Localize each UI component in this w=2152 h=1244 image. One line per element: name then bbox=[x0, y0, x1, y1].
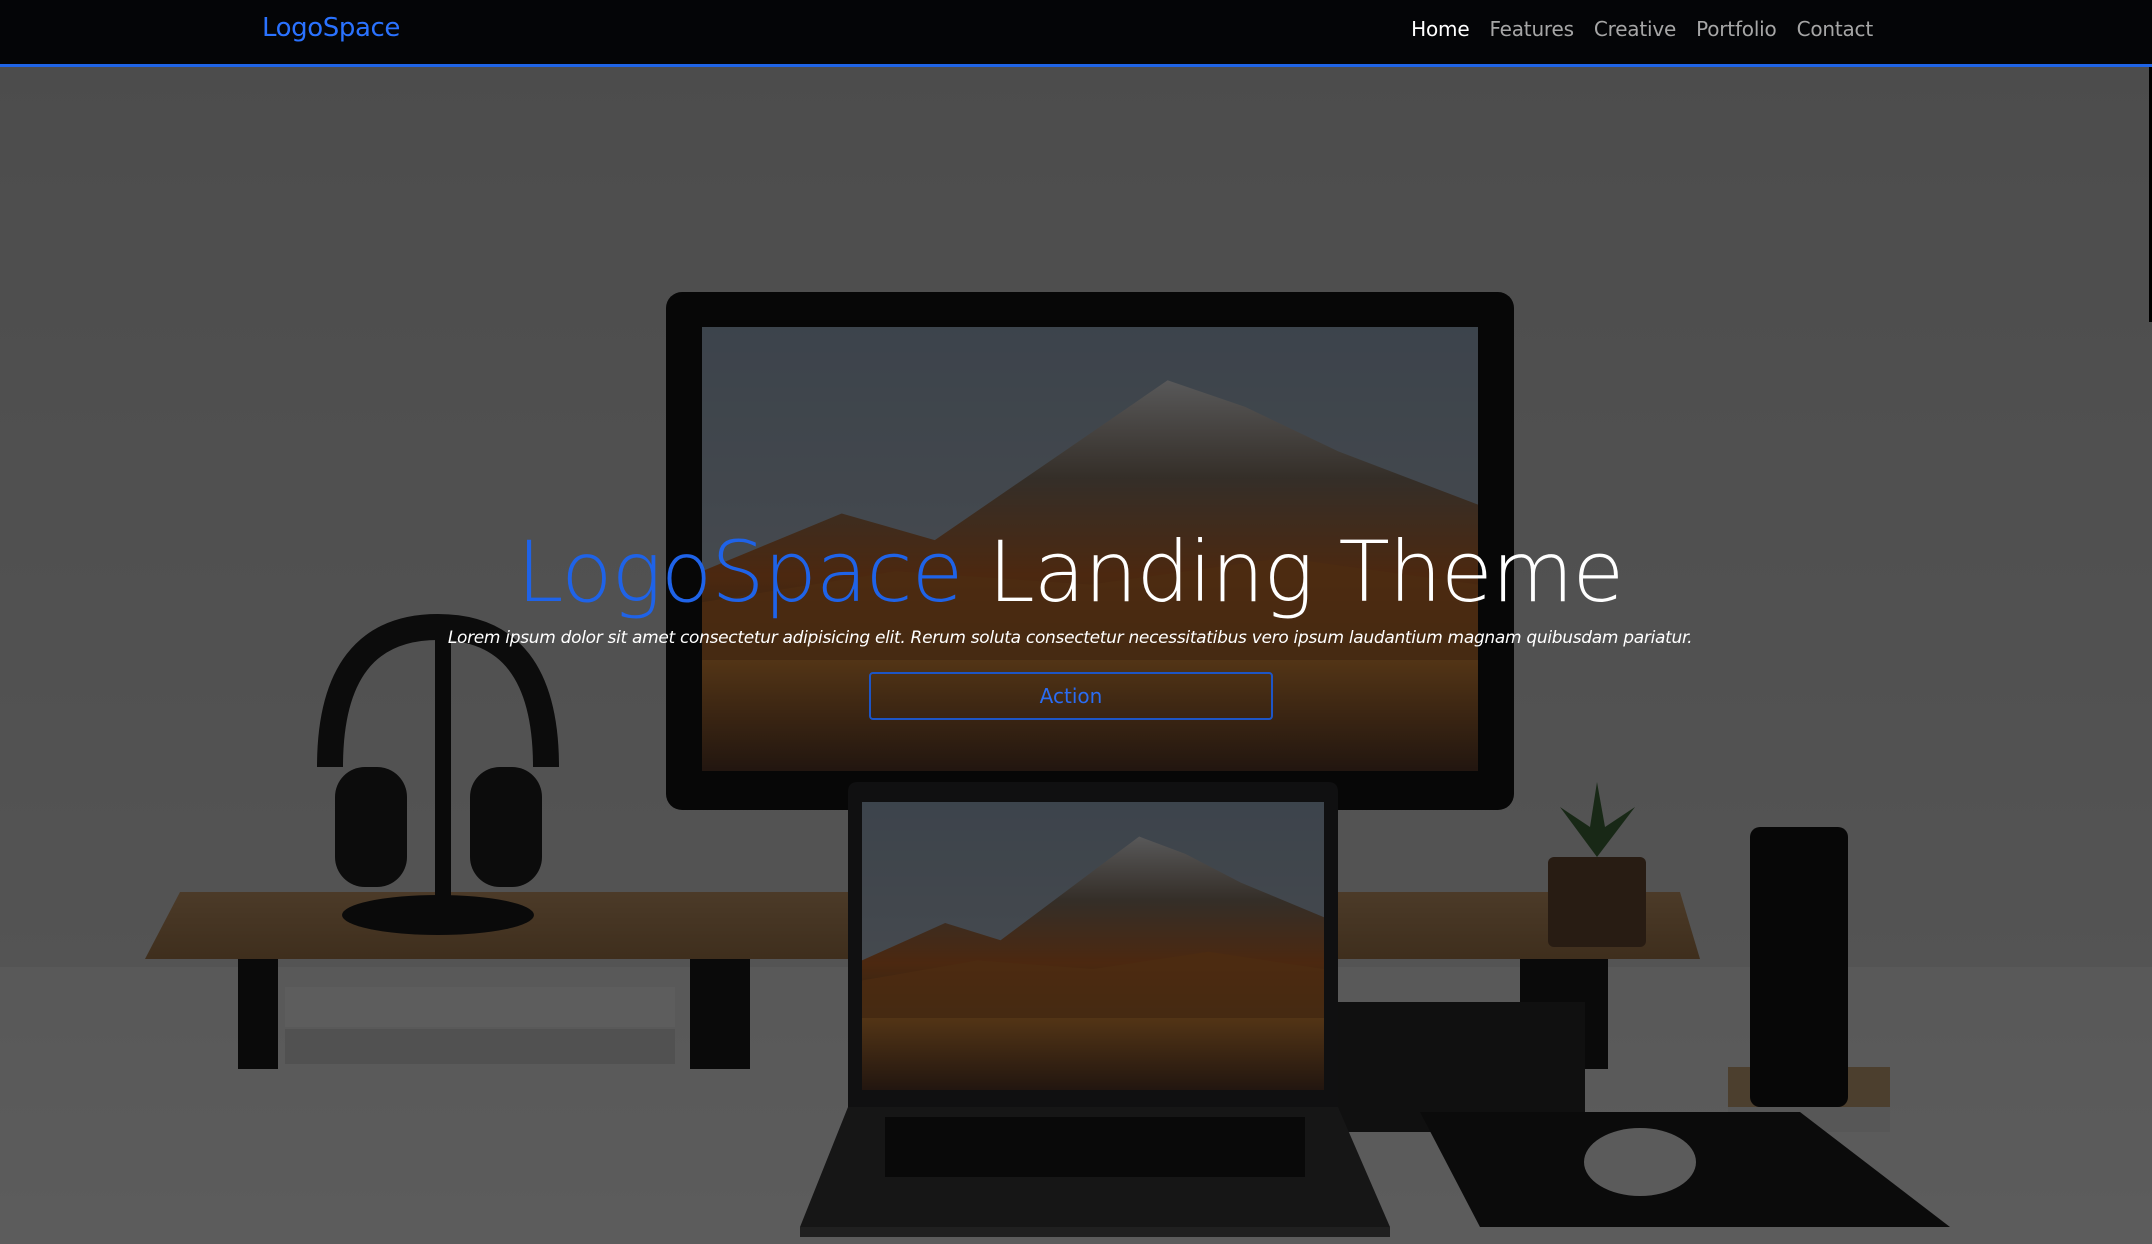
brand-logo[interactable]: LogoSpace bbox=[262, 13, 400, 43]
hero-section bbox=[0, 67, 2152, 1244]
nav-link-portfolio[interactable]: Portfolio bbox=[1696, 17, 1777, 41]
hero-dark-overlay bbox=[0, 67, 2152, 1244]
nav-links: Home Features Creative Portfolio Contact bbox=[1391, 17, 1873, 41]
nav-link-home[interactable]: Home bbox=[1411, 17, 1469, 41]
top-navbar: LogoSpace Home Features Creative Portfol… bbox=[0, 0, 2152, 67]
hero-title-accent: LogoSpace bbox=[516, 523, 963, 621]
hero-subtitle: Lorem ipsum dolor sit amet consectetur a… bbox=[447, 628, 1693, 648]
action-button[interactable]: Action bbox=[869, 672, 1273, 720]
hero-title: LogoSpace Landing Theme bbox=[0, 522, 2140, 622]
nav-link-contact[interactable]: Contact bbox=[1797, 17, 1874, 41]
hero-title-rest: Landing Theme bbox=[987, 523, 1624, 621]
landing-page: LogoSpace Home Features Creative Portfol… bbox=[0, 0, 2152, 1244]
nav-link-creative[interactable]: Creative bbox=[1594, 17, 1676, 41]
nav-link-features[interactable]: Features bbox=[1489, 17, 1574, 41]
